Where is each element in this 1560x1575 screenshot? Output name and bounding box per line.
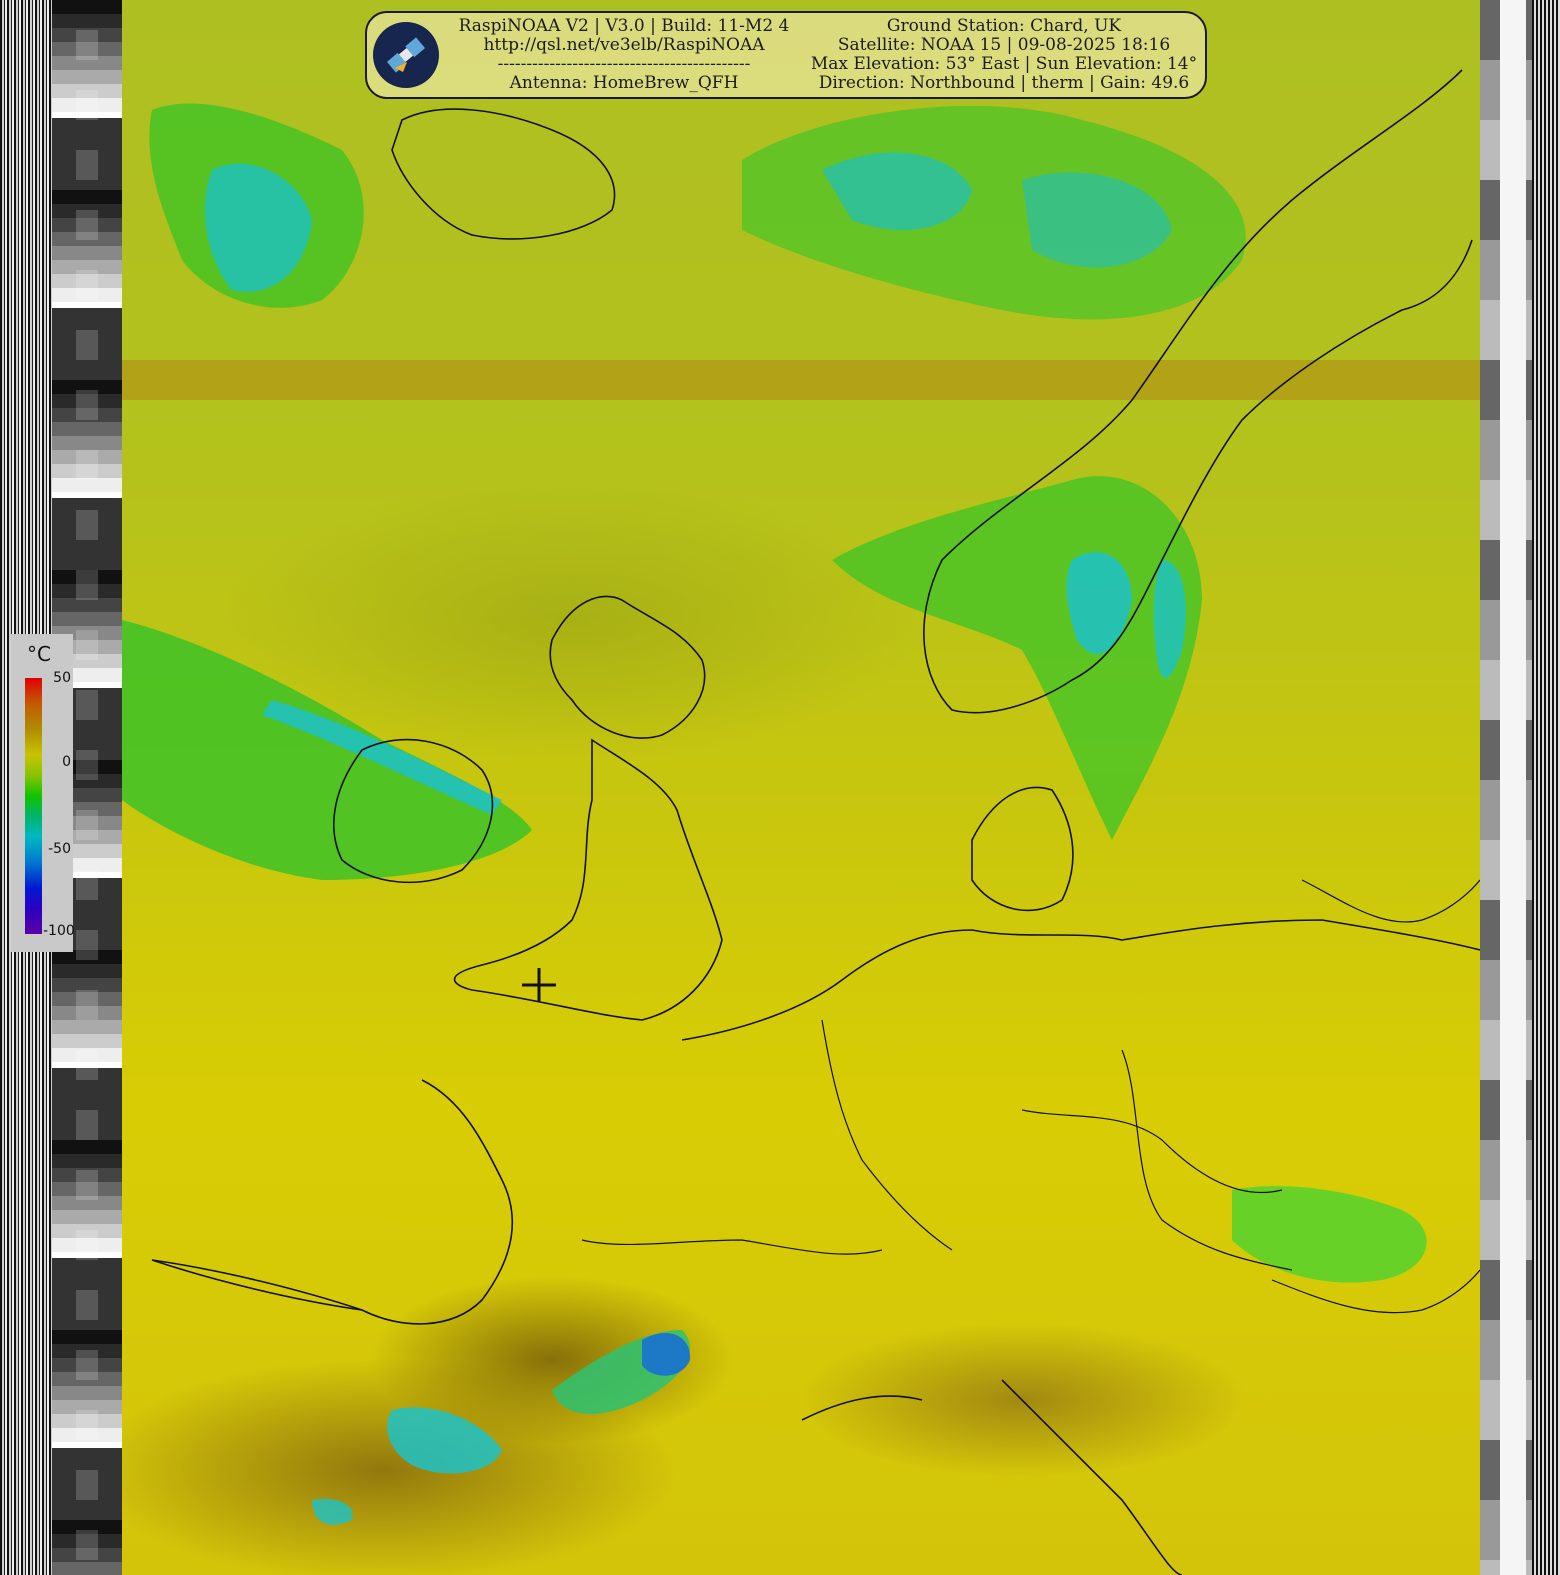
software-version: RaspiNOAA V2 | V3.0 | Build: 11-M2 4 xyxy=(458,16,790,36)
pass-info-banner: RaspiNOAA V2 | V3.0 | Build: 11-M2 4 htt… xyxy=(365,11,1207,99)
satellite-thermal-map xyxy=(122,0,1480,1575)
map-layers xyxy=(122,69,1480,1575)
ground-station: Ground Station: Chard, UK xyxy=(886,16,1122,36)
separator-line: ----------------------------------------… xyxy=(497,54,751,74)
satellite-icon xyxy=(373,22,439,88)
scale-tick-50: 50 xyxy=(53,670,71,686)
banner-left-column: RaspiNOAA V2 | V3.0 | Build: 11-M2 4 htt… xyxy=(455,17,793,93)
scale-tick-minus-100: -100 xyxy=(43,923,75,939)
scale-color-bar xyxy=(25,678,42,934)
ground-station-marker xyxy=(522,968,556,1002)
banner-right-column: Ground Station: Chard, UK Satellite: NOA… xyxy=(807,17,1201,93)
temperature-scale: °C 50 0 -50 -100 xyxy=(11,634,75,952)
scale-tick-minus-50: -50 xyxy=(48,841,71,857)
direction-gain-info: Direction: Northbound | therm | Gain: 49… xyxy=(818,73,1190,93)
scale-tick-0: 0 xyxy=(62,754,71,770)
right-calibration-wedge xyxy=(1480,0,1560,1575)
elevation-info: Max Elevation: 53° East | Sun Elevation:… xyxy=(810,54,1198,74)
cloud-areas xyxy=(122,103,1427,1525)
satellite-pass: Satellite: NOAA 15 | 09-08-2025 18:16 xyxy=(837,35,1171,55)
scale-unit: °C xyxy=(27,642,51,666)
noise-band xyxy=(122,360,1480,400)
antenna-info: Antenna: HomeBrew_QFH xyxy=(509,73,739,93)
project-url: http://qsl.net/ve3elb/RaspiNOAA xyxy=(483,35,765,55)
